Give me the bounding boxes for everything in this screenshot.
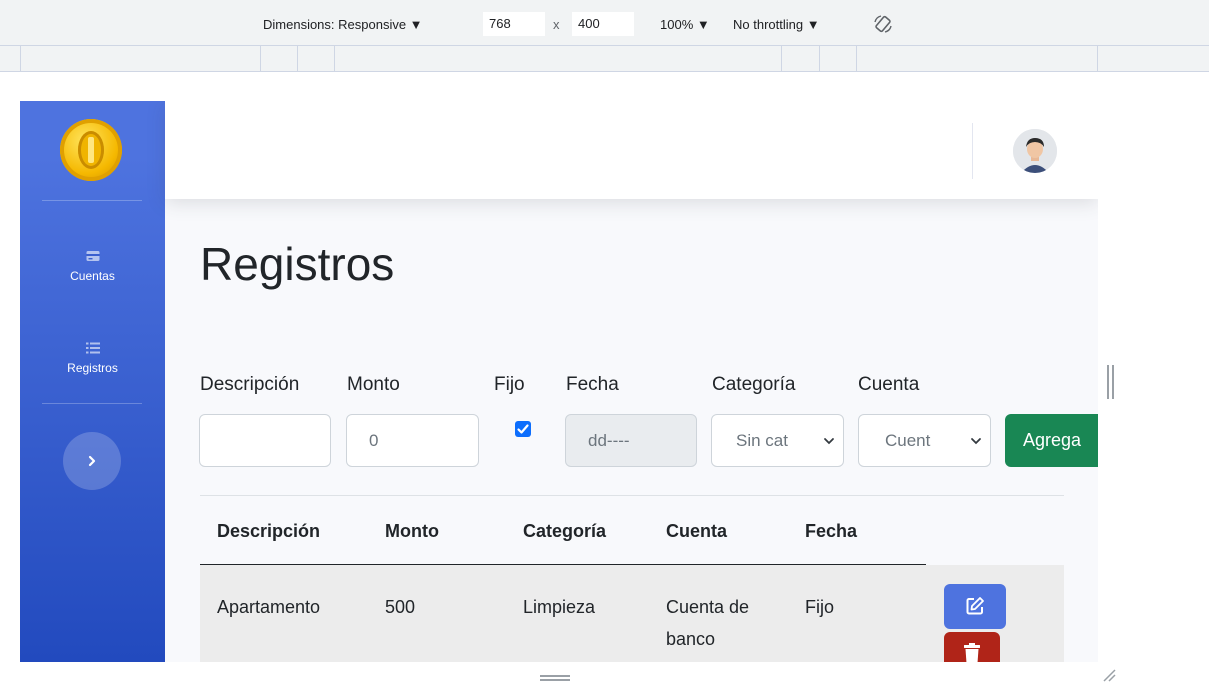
topbar	[165, 101, 1098, 199]
fijo-label: Fijo	[494, 374, 525, 395]
column-header-descripcion: Descripción	[217, 521, 321, 541]
topbar-divider	[972, 123, 973, 179]
descripcion-input[interactable]	[199, 414, 331, 467]
fecha-input[interactable]: dd----	[565, 414, 697, 467]
table-row	[200, 565, 1064, 662]
card-icon	[86, 251, 99, 261]
viewport-height-input[interactable]: 400	[572, 12, 634, 36]
viewport-corner-resize-handle[interactable]	[1102, 668, 1116, 682]
sidebar-divider	[42, 200, 142, 201]
add-record-button[interactable]: Agrega	[1005, 414, 1098, 467]
column-header-cuenta: Cuenta	[666, 521, 728, 541]
cell-monto: 500	[385, 597, 416, 617]
sidebar-divider	[42, 403, 142, 404]
cell-cuenta-line2: banco	[666, 629, 716, 649]
sidebar-item-registros[interactable]: Registros	[20, 341, 165, 375]
descripcion-label: Descripción	[200, 374, 300, 395]
trash-icon	[964, 643, 980, 662]
categoria-selected-value: Sin cat	[736, 431, 788, 450]
viewport-height-resize-handle[interactable]	[540, 675, 570, 681]
table-top-border	[200, 495, 1064, 496]
cuenta-label: Cuenta	[858, 374, 920, 395]
table-header-border	[200, 564, 926, 565]
edit-button[interactable]	[944, 584, 1006, 629]
coin-logo-icon[interactable]	[60, 119, 122, 181]
dimensions-dropdown[interactable]: Dimensions: Responsive ▼	[263, 17, 423, 32]
cuenta-selected-value: Cuent	[885, 431, 931, 450]
sidebar-item-label: Cuentas	[70, 269, 115, 283]
throttling-dropdown[interactable]: No throttling ▼	[733, 17, 820, 32]
delete-button[interactable]	[944, 632, 1000, 662]
rotate-icon[interactable]	[873, 14, 893, 34]
devtools-toolbar: Dimensions: Responsive ▼ 768 x 400 100% …	[0, 0, 1209, 46]
media-query-ruler	[0, 46, 1209, 72]
fijo-checkbox[interactable]	[515, 421, 531, 437]
list-icon	[85, 342, 100, 354]
user-avatar[interactable]	[1013, 129, 1057, 173]
monto-label: Monto	[347, 374, 400, 395]
chevron-down-icon	[971, 438, 981, 445]
sidebar-toggle-button[interactable]	[63, 432, 121, 490]
cell-cuenta: Cuenta de banco	[666, 591, 749, 655]
cuenta-select[interactable]: Cuent	[858, 414, 991, 467]
zoom-dropdown[interactable]: 100% ▼	[660, 17, 710, 32]
cell-categoria: Limpieza	[523, 597, 596, 617]
categoria-select[interactable]: Sin cat	[711, 414, 844, 467]
page-title: Registros	[200, 238, 395, 290]
dimension-separator: x	[553, 17, 560, 32]
chevron-right-icon	[88, 455, 96, 467]
fecha-label: Fecha	[566, 374, 619, 395]
categoria-label: Categoría	[712, 374, 796, 395]
column-header-fecha: Fecha	[805, 521, 858, 541]
viewport-width-resize-handle[interactable]	[1107, 365, 1114, 399]
cell-fecha: Fijo	[805, 597, 835, 617]
sidebar-item-label: Registros	[67, 361, 118, 375]
column-header-monto: Monto	[385, 521, 439, 541]
column-header-categoria: Categoría	[523, 521, 607, 541]
emulated-viewport: Cuentas Registros Registros Descripción …	[20, 101, 1098, 662]
monto-input[interactable]: 0	[346, 414, 479, 467]
edit-icon	[966, 597, 984, 615]
checkmark-icon	[517, 424, 529, 434]
cell-descripcion: Apartamento	[217, 597, 321, 617]
sidebar: Cuentas Registros	[20, 101, 165, 662]
viewport-width-input[interactable]: 768	[483, 12, 545, 36]
chevron-down-icon	[824, 438, 834, 445]
sidebar-item-cuentas[interactable]: Cuentas	[20, 249, 165, 283]
cell-cuenta-line1: Cuenta de	[666, 597, 750, 617]
